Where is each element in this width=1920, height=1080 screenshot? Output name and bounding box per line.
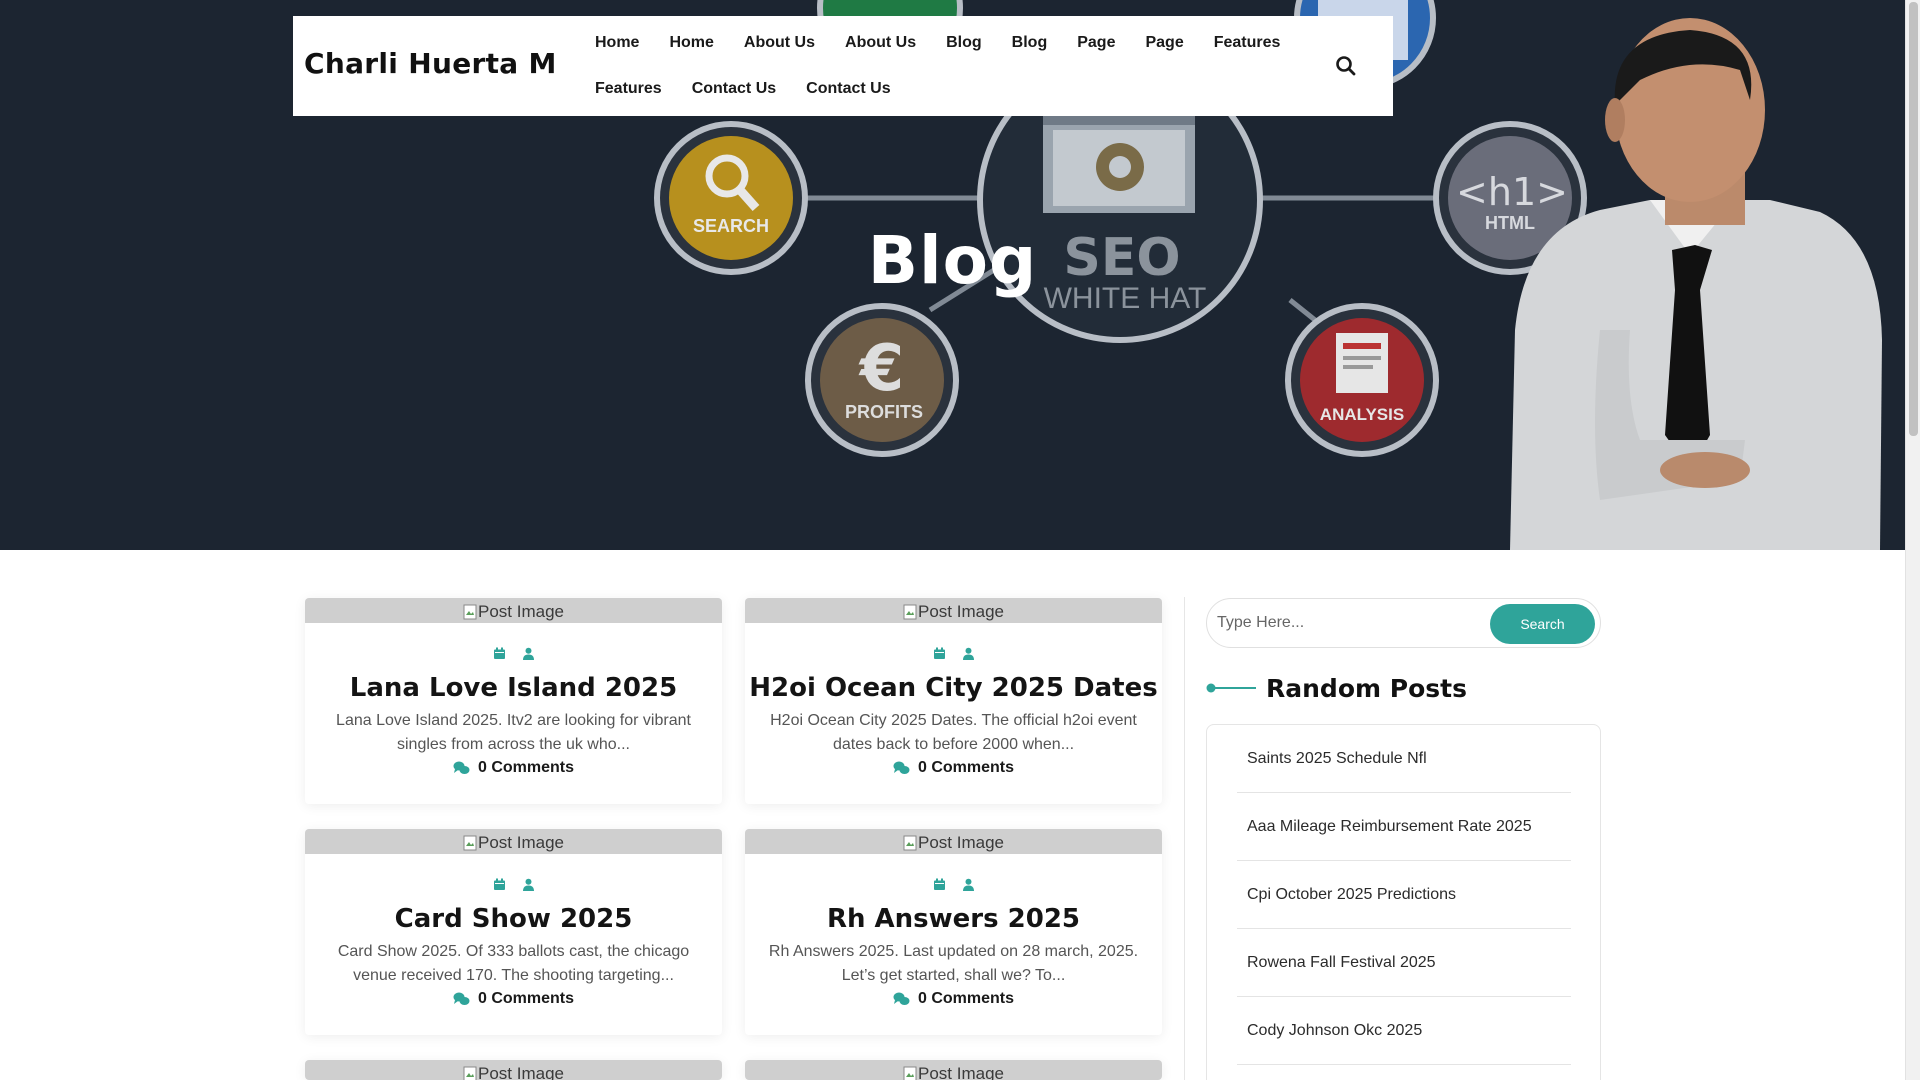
post-excerpt-line: H2oi Ocean City 2025 Dates. The official… [770,712,1137,729]
broken-image-icon [903,835,917,851]
post-image-alt: Post Image [478,833,564,852]
post-comments-count: 0 Comments [477,759,575,776]
search-icon[interactable] [1333,53,1359,79]
comments-icon [893,992,910,1005]
post-comments-count: 0 Comments [917,990,1015,1007]
nav-about-us[interactable]: About Us [729,32,830,54]
nav-features[interactable]: Features [595,78,677,100]
nav-features[interactable]: Features [1199,32,1296,54]
post-image[interactable]: Post Image [305,598,722,623]
search-input[interactable] [1217,607,1479,639]
post-card: Post Image Card Show 2025 Card Show 2025… [305,829,722,1035]
nav-page[interactable]: Page [1062,32,1130,54]
nav-about-us[interactable]: About Us [830,32,931,54]
author-icon[interactable] [522,647,535,660]
calendar-icon[interactable] [493,878,506,891]
broken-image-icon [903,1066,917,1080]
nav-contact-us[interactable]: Contact Us [677,78,791,100]
scrollbar-thumb[interactable] [1909,2,1918,436]
random-post-link[interactable]: Cpi October 2025 Predictions [1237,861,1571,929]
nav-home[interactable]: Home [595,32,654,54]
post-comments-count: 0 Comments [477,990,575,1007]
post-image[interactable]: Post Image [305,1060,722,1080]
site-logo[interactable]: Charli Huerta M [304,47,557,80]
calendar-icon[interactable] [493,647,506,660]
site-header: Charli Huerta M Home Home About Us About… [293,16,1393,116]
comments-icon [453,992,470,1005]
broken-image-icon [463,1066,477,1080]
random-posts-list: Saints 2025 Schedule Nfl Aaa Mileage Rei… [1206,724,1601,1080]
broken-image-icon [903,604,917,620]
random-post-link[interactable]: Saints 2025 Schedule Nfl [1237,725,1571,793]
column-divider [1184,597,1185,1080]
page-title: Blog [867,222,1038,299]
post-image-alt: Post Image [918,833,1004,852]
post-card: Post Image Rh Answers 2025 Rh Answers 20… [745,829,1162,1035]
post-comments-link[interactable]: 0 Comments [745,990,1162,1008]
author-icon[interactable] [962,647,975,660]
svg-text:ANALYSIS: ANALYSIS [1320,405,1404,424]
author-icon[interactable] [522,878,535,891]
post-excerpt: Lana Love Island 2025. Itv2 are looking … [327,709,700,757]
post-excerpt-line: Rh Answers 2025. Last updated on 28 marc… [768,943,1139,960]
post-comments-link[interactable]: 0 Comments [305,990,722,1008]
nav-blog[interactable]: Blog [931,32,997,54]
post-title[interactable]: Rh Answers 2025 [745,901,1162,937]
random-post-link[interactable]: Rowena Fall Festival 2025 [1237,929,1571,997]
post-excerpt: Rh Answers 2025. Last updated on 28 marc… [767,940,1140,988]
title-decoration-icon [1206,683,1256,693]
nav-page[interactable]: Page [1130,32,1198,54]
page-scrollbar[interactable] [1905,0,1920,1080]
post-card: Post Image [745,1060,1162,1080]
post-card: Post Image [305,1060,722,1080]
post-image[interactable]: Post Image [305,829,722,854]
post-excerpt: Card Show 2025. Of 333 ballots cast, the… [327,940,700,988]
random-post-link[interactable]: Cody Johnson Okc 2025 [1237,997,1571,1065]
post-title[interactable]: Card Show 2025 [305,901,722,937]
sidebar-search-form: Search [1206,598,1601,648]
post-excerpt-line: Lana Love Island 2025. Itv2 are looking … [336,712,691,729]
nav-home[interactable]: Home [654,32,728,54]
post-title[interactable]: Lana Love Island 2025 [305,670,722,706]
nav-blog[interactable]: Blog [997,32,1063,54]
post-card: Post Image H2oi Ocean City 2025 Dates H2… [745,598,1162,804]
post-excerpt-line: dates back to before 2000 when... [832,736,1075,753]
main-nav-row-2: Features Contact Us Contact Us [595,78,906,100]
comments-icon [453,761,470,774]
post-image-alt: Post Image [918,1064,1004,1080]
random-post-link[interactable]: Aaa Mileage Reimbursement Rate 2025 [1237,793,1571,861]
random-posts-heading: Random Posts [1206,670,1467,706]
comments-icon [893,761,910,774]
calendar-icon[interactable] [933,647,946,660]
post-excerpt-line: Let’s get started, shall we? To... [841,967,1066,984]
post-comments-link[interactable]: 0 Comments [305,759,722,777]
post-image[interactable]: Post Image [745,829,1162,854]
post-excerpt-line: singles from across the uk who... [397,736,630,753]
svg-text:€: € [858,332,905,406]
post-comments-count: 0 Comments [917,759,1015,776]
main-nav-row-1: Home Home About Us About Us Blog Blog Pa… [595,32,1295,54]
post-comments-link[interactable]: 0 Comments [745,759,1162,777]
author-icon[interactable] [962,878,975,891]
post-card: Post Image Lana Love Island 2025 Lana Lo… [305,598,722,804]
post-image[interactable]: Post Image [745,1060,1162,1080]
post-excerpt: H2oi Ocean City 2025 Dates. The official… [767,709,1140,757]
svg-text:PROFITS: PROFITS [845,402,923,422]
post-title[interactable]: H2oi Ocean City 2025 Dates [745,670,1162,706]
widget-title: Random Posts [1266,673,1467,703]
post-image-alt: Post Image [478,1064,564,1080]
post-image-alt: Post Image [918,602,1004,621]
post-image-alt: Post Image [478,602,564,621]
post-image[interactable]: Post Image [745,598,1162,623]
broken-image-icon [463,604,477,620]
svg-text:<h1>: <h1> [1456,170,1568,214]
post-excerpt-line: Card Show 2025. Of 333 ballots cast, the… [337,943,690,960]
search-button[interactable]: Search [1490,604,1595,644]
post-excerpt-line: venue received 170. The shooting targeti… [353,967,674,984]
nav-contact-us[interactable]: Contact Us [791,78,905,100]
broken-image-icon [463,835,477,851]
calendar-icon[interactable] [933,878,946,891]
